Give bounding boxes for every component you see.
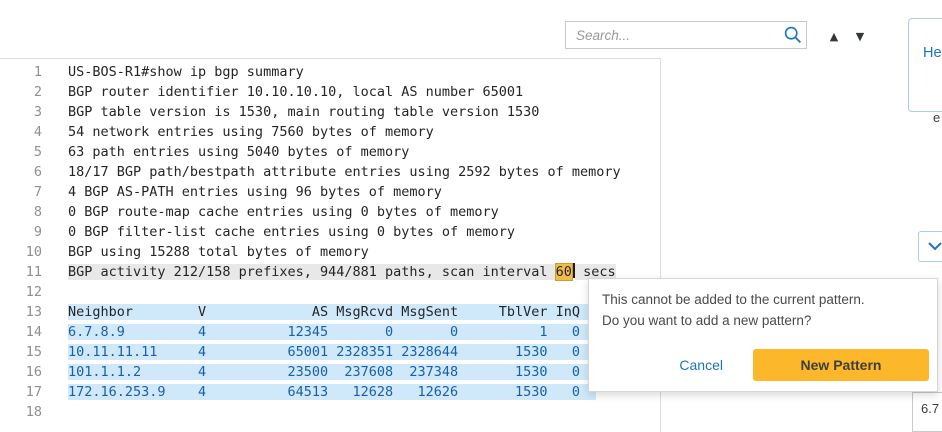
code-text: 101.1.1.2 4 23500 237608 237348 1530 0	[68, 364, 596, 380]
popup-actions: Cancel New Pattern	[679, 349, 929, 381]
search-box	[565, 21, 807, 49]
popup-message-line1: This cannot be added to the current patt…	[602, 289, 923, 310]
popup-message-line2: Do you want to add a new pattern?	[602, 310, 923, 331]
code-text: 63 path entries using 5040 bytes of memo…	[68, 144, 409, 160]
code-line[interactable]: 11 BGP activity 212/158 prefixes, 944/881…	[0, 262, 660, 282]
code-text: 10.11.11.11 4 65001 2328351 2328644 1530…	[68, 344, 596, 360]
line-number: 10	[0, 242, 42, 262]
right-panel-fragment: e	[933, 110, 940, 125]
code-text: 54 network entries using 7560 bytes of m…	[68, 124, 434, 140]
code-text: BGP using 15288 total bytes of memory	[68, 244, 369, 260]
code-line[interactable]: 4 54 network entries using 7560 bytes of …	[0, 122, 660, 142]
code-text: BGP router identifier 10.10.10.10, local…	[68, 84, 523, 100]
code-line[interactable]: 2 BGP router identifier 10.10.10.10, loca…	[0, 82, 660, 102]
search-icon[interactable]	[780, 22, 806, 48]
line-number: 14	[0, 322, 42, 342]
code-lines: 1 US-BOS-R1#show ip bgp summary 2 BGP route…	[0, 59, 660, 422]
line-number: 5	[0, 142, 42, 162]
app-window: ▲ ▼ 1 US-BOS-R1#show ip bgp summary 2 BGP r…	[0, 0, 942, 432]
line-number: 17	[0, 382, 42, 402]
code-text: BGP table version is 1530, main routing …	[68, 104, 539, 120]
line-number: 2	[0, 82, 42, 102]
code-line[interactable]: 15 10.11.11.11 4 65001 2328351 2328644 15…	[0, 342, 660, 362]
code-line[interactable]: 8 0 BGP route-map cache entries using 0 b…	[0, 202, 660, 222]
line-number: 7	[0, 182, 42, 202]
code-text: 0 BGP filter-list cache entries using 0 …	[68, 224, 515, 240]
code-text: BGP activity 212/158 prefixes, 944/881 p…	[68, 264, 616, 280]
line-number: 9	[0, 222, 42, 242]
line-number: 12	[0, 282, 42, 302]
code-line[interactable]: 5 63 path entries using 5040 bytes of mem…	[0, 142, 660, 162]
help-panel: He	[908, 18, 942, 112]
code-line[interactable]: 17 172.16.253.9 4 64513 12628 12626 1530 …	[0, 382, 660, 402]
code-text: 172.16.253.9 4 64513 12628 12626 1530 0	[68, 384, 596, 400]
code-segment: BGP activity 212/158 prefixes, 944/881 p…	[68, 264, 556, 280]
selected-token: 60	[556, 264, 572, 280]
chevron-down-icon	[928, 242, 942, 251]
code-text: 6.7.8.9 4 12345 0 0 1 0	[68, 324, 596, 340]
code-line[interactable]: 13 Neighbor V AS MsgRcvd MsgSent TblVer I…	[0, 302, 660, 322]
code-text: 18/17 BGP path/bestpath attribute entrie…	[68, 164, 621, 180]
cancel-button[interactable]: Cancel	[679, 357, 723, 373]
line-number: 1	[0, 62, 42, 82]
search-next-button[interactable]: ▼	[849, 26, 871, 46]
value-cell-fragment: 6.7	[912, 392, 942, 432]
search-prev-button[interactable]: ▲	[823, 26, 845, 46]
new-pattern-popup: This cannot be added to the current patt…	[588, 278, 938, 392]
code-text: 0 BGP route-map cache entries using 0 by…	[68, 204, 499, 220]
popup-message: This cannot be added to the current patt…	[602, 289, 923, 331]
line-number: 11	[0, 262, 42, 282]
code-line[interactable]: 12	[0, 282, 660, 302]
line-number: 8	[0, 202, 42, 222]
line-number: 18	[0, 402, 42, 422]
line-number: 15	[0, 342, 42, 362]
code-line[interactable]: 16 101.1.1.2 4 23500 237608 237348 1530 0	[0, 362, 660, 382]
line-number: 3	[0, 102, 42, 122]
line-number: 13	[0, 302, 42, 322]
code-text: Neighbor V AS MsgRcvd MsgSent TblVer InQ…	[68, 304, 621, 320]
code-text: 4 BGP AS-PATH entries using 96 bytes of …	[68, 184, 442, 200]
code-line[interactable]: 1 US-BOS-R1#show ip bgp summary	[0, 62, 660, 82]
new-pattern-button[interactable]: New Pattern	[753, 349, 929, 381]
code-line[interactable]: 3 BGP table version is 1530, main routing…	[0, 102, 660, 122]
code-line[interactable]: 7 4 BGP AS-PATH entries using 96 bytes of…	[0, 182, 660, 202]
help-link[interactable]: He	[923, 45, 942, 61]
code-line[interactable]: 14 6.7.8.9 4 12345 0 0 1 0	[0, 322, 660, 342]
code-editor[interactable]: 1 US-BOS-R1#show ip bgp summary 2 BGP route…	[0, 58, 661, 432]
line-number: 16	[0, 362, 42, 382]
code-line[interactable]: 9 0 BGP filter-list cache entries using 0…	[0, 222, 660, 242]
code-line[interactable]: 6 18/17 BGP path/bestpath attribute entri…	[0, 162, 660, 182]
code-line[interactable]: 18	[0, 402, 660, 422]
search-input[interactable]	[566, 22, 780, 48]
code-line[interactable]: 10 BGP using 15288 total bytes of memory	[0, 242, 660, 262]
code-text: US-BOS-R1#show ip bgp summary	[68, 64, 304, 80]
line-number: 6	[0, 162, 42, 182]
line-number: 4	[0, 122, 42, 142]
collapse-button[interactable]	[918, 231, 942, 262]
